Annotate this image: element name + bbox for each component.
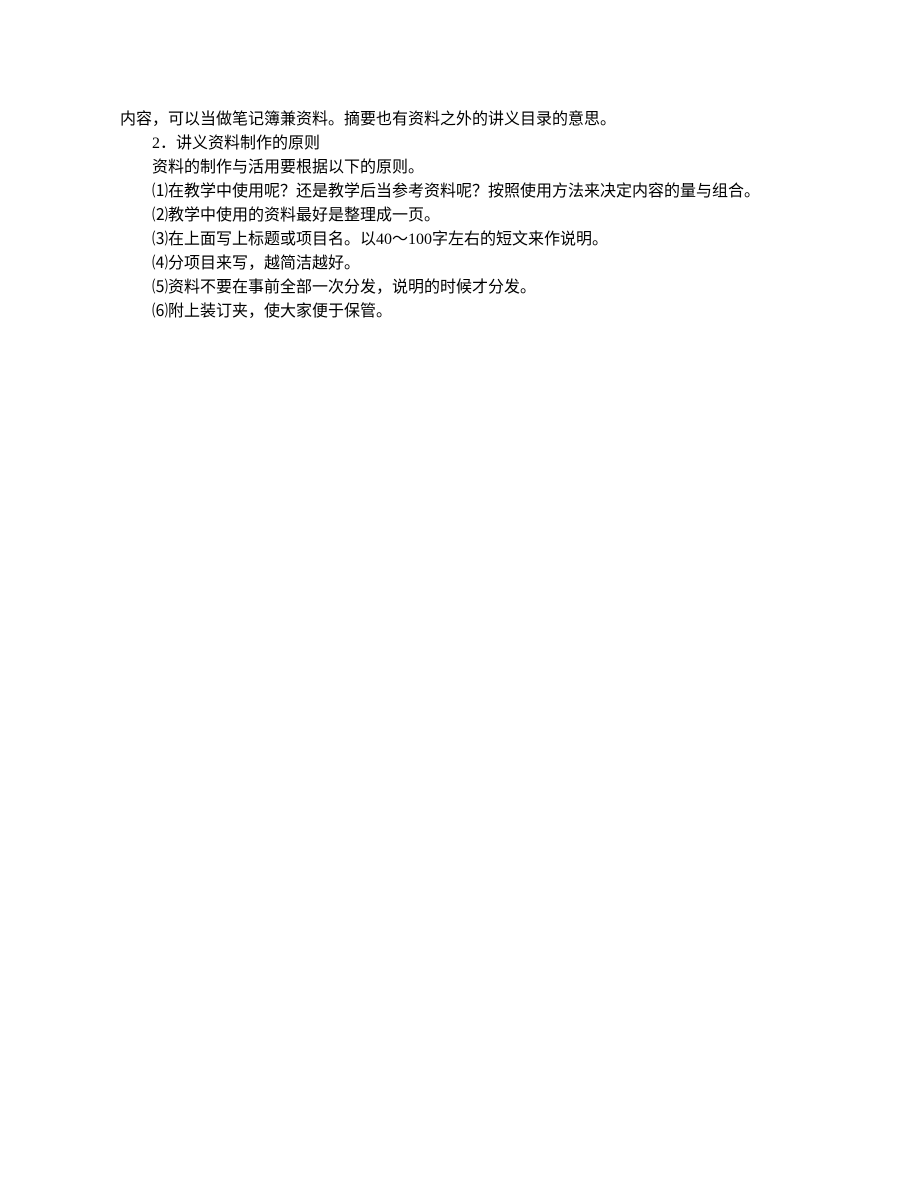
paragraph-continuation: 内容，可以当做笔记簿兼资料。摘要也有资料之外的讲义目录的意思。 (120, 108, 820, 132)
section-heading: 2．讲义资料制作的原则 (120, 132, 820, 156)
list-item-5: ⑸资料不要在事前全部一次分发，说明的时候才分发。 (120, 276, 820, 300)
document-content: 内容，可以当做笔记簿兼资料。摘要也有资料之外的讲义目录的意思。 2．讲义资料制作… (120, 108, 820, 324)
list-item-6: ⑹附上装订夹，使大家便于保管。 (120, 300, 820, 324)
list-item-4: ⑷分项目来写，越简洁越好。 (120, 252, 820, 276)
list-item-3: ⑶在上面写上标题或项目名。以40～100字左右的短文来作说明。 (120, 228, 820, 252)
list-item-1: ⑴在教学中使用呢？还是教学后当参考资料呢？按照使用方法来决定内容的量与组合。 (120, 180, 820, 204)
paragraph-intro: 资料的制作与活用要根据以下的原则。 (120, 156, 820, 180)
list-item-2: ⑵教学中使用的资料最好是整理成一页。 (120, 204, 820, 228)
